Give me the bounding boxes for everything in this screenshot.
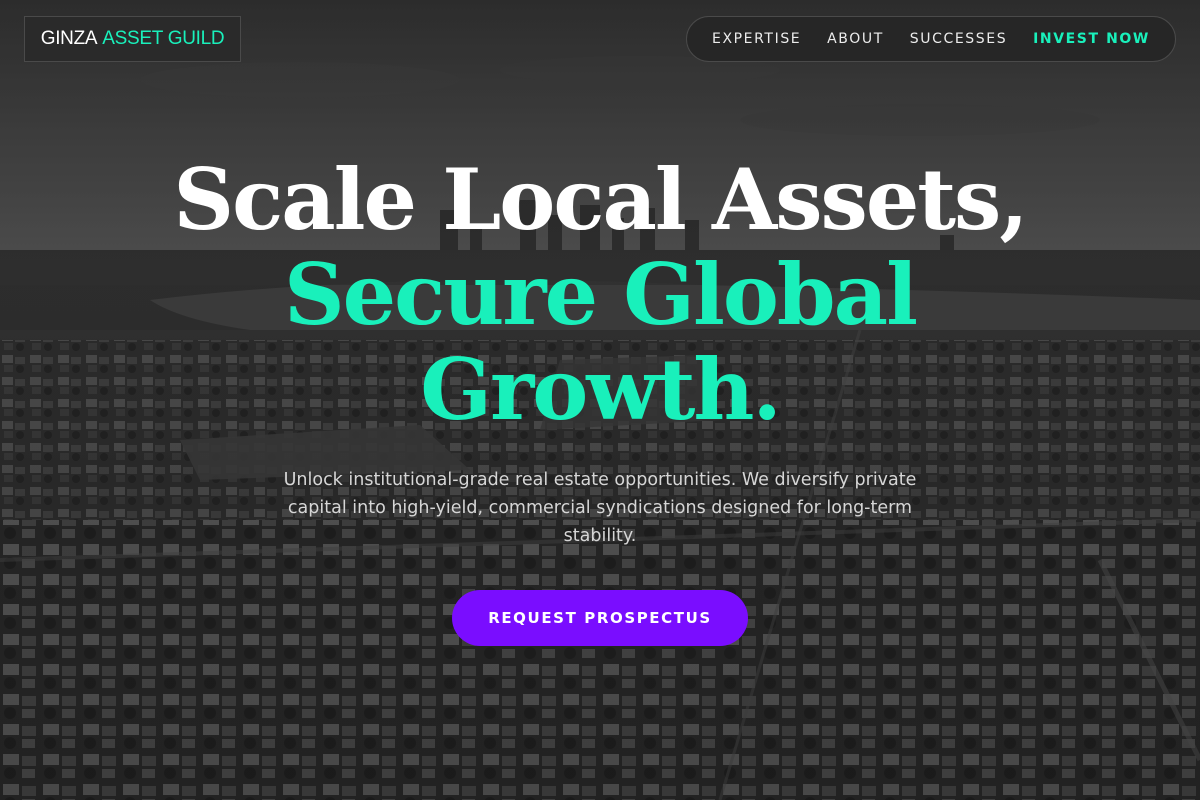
hero-headline-line-1: Scale Local Assets, — [173, 150, 1028, 249]
nav-link-expertise[interactable]: EXPERTISE — [712, 31, 801, 47]
request-prospectus-button[interactable]: REQUEST PROSPECTUS — [452, 590, 748, 646]
hero-subtitle: Unlock institutional-grade real estate o… — [283, 470, 917, 546]
hero-headline: Scale Local Assets, Secure Global Growth… — [0, 152, 1200, 437]
logo-text-accent: ASSET GUILD — [102, 28, 225, 49]
nav-link-successes[interactable]: SUCCESSES — [910, 31, 1007, 47]
nav-link-invest-now[interactable]: INVEST NOW — [1033, 31, 1150, 47]
hero-headline-line-2: Secure Global — [283, 245, 918, 344]
main-navigation: EXPERTISE ABOUT SUCCESSES INVEST NOW — [686, 16, 1176, 62]
hero-headline-line-3: Growth. — [420, 340, 781, 439]
logo-text-primary: GINZA — [40, 28, 98, 49]
nav-link-about[interactable]: ABOUT — [827, 31, 884, 47]
brand-logo[interactable]: GINZA ASSET GUILD — [24, 16, 241, 62]
